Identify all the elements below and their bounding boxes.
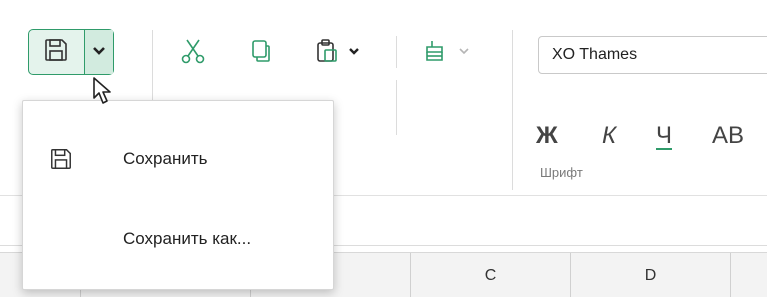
chevron-down-icon xyxy=(458,43,470,61)
strikethrough-button[interactable]: АВ xyxy=(712,122,744,150)
toolbar-divider xyxy=(396,80,397,135)
font-group-label: Шрифт xyxy=(540,165,583,180)
save-icon xyxy=(47,145,75,173)
cut-button[interactable] xyxy=(178,38,208,68)
bold-button[interactable]: Ж xyxy=(536,122,558,150)
underline-button[interactable]: Ч xyxy=(656,122,672,150)
menu-item-save-as[interactable]: Сохранить как... xyxy=(23,211,333,267)
save-icon xyxy=(43,37,69,68)
paste-dropdown-button[interactable] xyxy=(346,44,362,60)
format-painter-icon xyxy=(422,38,448,69)
menu-item-label: Сохранить xyxy=(123,149,208,168)
copy-icon xyxy=(248,38,274,69)
column-header[interactable] xyxy=(730,253,767,297)
menu-item-label: Сохранить как... xyxy=(123,229,252,248)
column-header-c[interactable]: C xyxy=(410,253,570,297)
save-split-button[interactable] xyxy=(28,29,114,75)
paste-button[interactable] xyxy=(312,38,342,68)
font-name-select[interactable]: XO Thames xyxy=(538,36,767,74)
column-header-d[interactable]: D xyxy=(570,253,730,297)
chevron-down-icon xyxy=(348,43,360,61)
save-button[interactable] xyxy=(29,30,84,74)
toolbar-divider xyxy=(512,30,513,190)
font-name-value: XO Thames xyxy=(552,46,638,63)
toolbar-divider xyxy=(396,36,397,68)
save-dropdown-menu: Сохранить Сохранить как... xyxy=(22,100,334,290)
copy-button[interactable] xyxy=(246,38,276,68)
scissors-icon xyxy=(179,37,207,70)
paste-icon xyxy=(314,38,340,69)
italic-button[interactable]: К xyxy=(602,122,616,150)
chevron-down-icon xyxy=(92,43,106,61)
menu-item-save[interactable]: Сохранить xyxy=(23,131,333,187)
mouse-cursor-icon xyxy=(92,76,118,111)
format-painter-button[interactable] xyxy=(420,38,450,68)
format-painter-dropdown-button[interactable] xyxy=(456,44,472,60)
save-dropdown-button[interactable] xyxy=(83,30,113,74)
